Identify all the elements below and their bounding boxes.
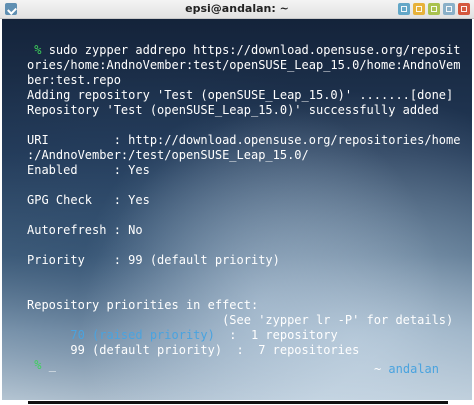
line-text: ber:test.repo	[27, 73, 121, 87]
line-text: :/AndnoVember:/test/openSUSE_Leap_15.0/	[27, 148, 309, 162]
terminal-line: Enabled : Yes	[27, 163, 461, 178]
terminal-line: ber:test.repo	[27, 73, 461, 88]
terminal-output: % sudo zypper addrepo https://download.o…	[27, 43, 461, 373]
line-text: Repository 'Test (openSUSE_Leap_15.0)' s…	[27, 103, 439, 117]
terminal-line: Repository 'Test (openSUSE_Leap_15.0)' s…	[27, 103, 461, 118]
terminal-area[interactable]: % sudo zypper addrepo https://download.o…	[2, 19, 472, 400]
terminal-line: Repository priorities in effect:	[27, 298, 461, 313]
line-text: Enabled : Yes	[27, 163, 150, 177]
terminal-line: (See 'zypper lr -P' for details)	[27, 313, 461, 328]
terminal-line: Priority : 99 (default priority)	[27, 253, 461, 268]
line-text: : 1 repository	[214, 328, 338, 342]
line-text: _	[48, 358, 56, 372]
terminal-line: % sudo zypper addrepo https://download.o…	[27, 43, 461, 58]
prompt-symbol: %	[27, 43, 49, 57]
prompt-symbol: %	[27, 358, 49, 372]
right-prompt-tilde: ~	[373, 362, 382, 376]
right-prompt: ~ andalan	[374, 362, 439, 376]
terminal-line: Autorefresh : No	[27, 223, 461, 238]
line-text: Priority : 99 (default priority)	[27, 253, 280, 267]
terminal-line: Adding repository 'Test (openSUSE_Leap_1…	[27, 88, 461, 103]
terminal-line: 99 (default priority) : 7 repositories	[27, 343, 461, 358]
line-text: 99 (default priority) : 7 repositories	[27, 343, 360, 357]
line-text: (See 'zypper lr -P' for details)	[27, 313, 454, 327]
sticky-icon[interactable]	[413, 3, 425, 15]
shade-icon[interactable]	[398, 3, 410, 15]
terminal-line: 70 (raised priority) : 1 repository	[27, 328, 461, 343]
window-controls	[398, 3, 470, 15]
bottom-edge	[28, 401, 448, 404]
terminal-line: :/AndnoVember:/test/openSUSE_Leap_15.0/	[27, 148, 461, 163]
right-prompt-host: andalan	[388, 362, 439, 376]
close-icon[interactable]	[458, 3, 470, 15]
maximize-icon[interactable]	[443, 3, 455, 15]
line-text: Repository priorities in effect:	[27, 298, 259, 312]
terminal-line: GPG Check : Yes	[27, 193, 461, 208]
terminal-line: ories/home:AndnoVember:test/openSUSE_Lea…	[27, 58, 461, 73]
priority-highlight: 70 (raised priority)	[27, 328, 215, 342]
line-text: GPG Check : Yes	[27, 193, 150, 207]
terminal-line: URI : http://download.opensuse.org/repos…	[27, 133, 461, 148]
line-text: sudo zypper addrepo https://download.ope…	[48, 43, 461, 57]
line-text: Autorefresh : No	[27, 223, 143, 237]
line-text: Adding repository 'Test (openSUSE_Leap_1…	[27, 88, 454, 102]
minimize-icon[interactable]	[428, 3, 440, 15]
line-text: ories/home:AndnoVember:test/openSUSE_Lea…	[27, 58, 461, 72]
title-bar: epsi@andalan: ~	[0, 0, 474, 19]
line-text: URI : http://download.opensuse.org/repos…	[27, 133, 461, 147]
